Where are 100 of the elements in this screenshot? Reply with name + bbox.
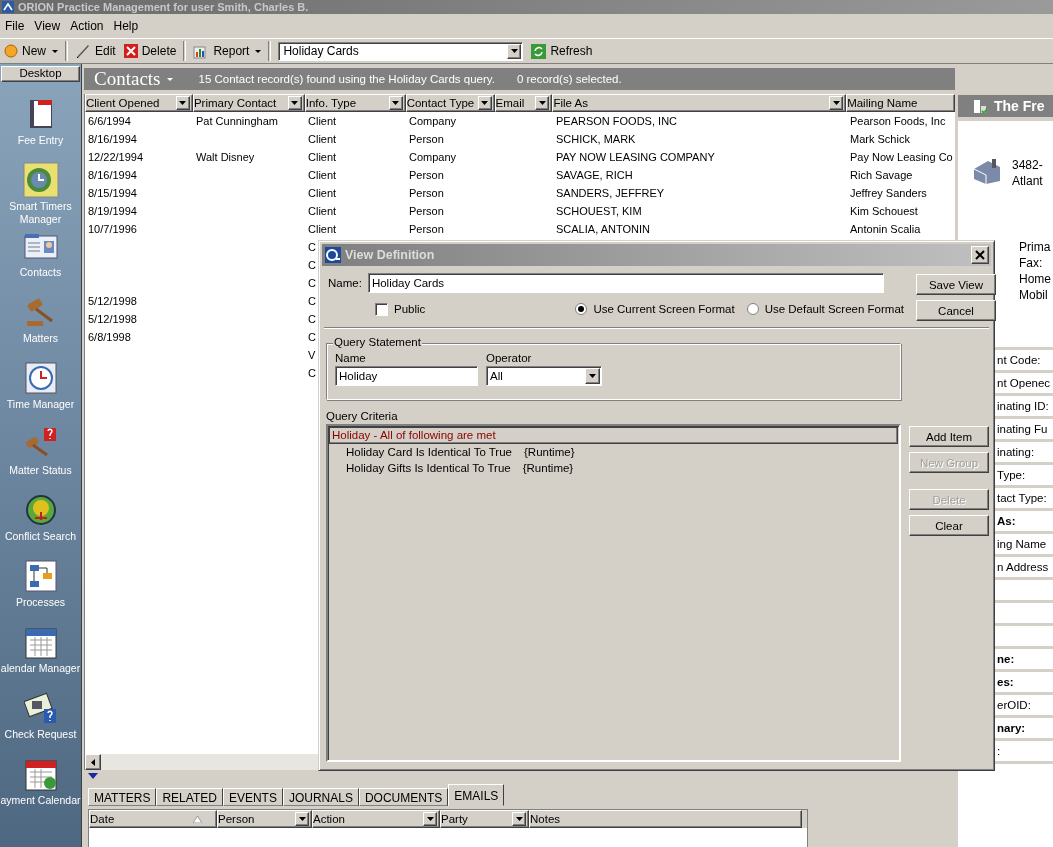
sidebar-item[interactable]: Conflict Search	[4, 530, 77, 543]
contacts-title[interactable]: Contacts	[94, 68, 173, 90]
table-cell: Client	[308, 151, 337, 163]
table-cell: V	[308, 349, 316, 361]
criteria-value: {Runtime}	[524, 445, 575, 460]
address-line: 3482-	[1012, 157, 1043, 173]
table-cell: 8/15/1994	[88, 187, 137, 199]
field-label: n Address	[997, 561, 1049, 573]
field-label: Operator	[486, 352, 533, 364]
column-header[interactable]: Notes	[529, 810, 802, 828]
table-cell: 8/16/1994	[88, 133, 137, 145]
column-header[interactable]: Info. Type	[304, 94, 406, 112]
toolbar-button[interactable]: Edit	[72, 41, 119, 61]
desktop-button[interactable]: Desktop	[1, 66, 80, 82]
tab[interactable]: DOCUMENTS	[358, 788, 449, 806]
field-label: ing Name	[997, 538, 1047, 550]
sidebar-item[interactable]: Check Request	[4, 728, 77, 741]
column-header[interactable]: Person	[217, 810, 312, 828]
criteria-item[interactable]: Holiday Card Is Identical To True	[346, 444, 512, 460]
dialog-button[interactable]: Save View	[916, 274, 996, 295]
criteria-group[interactable]: Holiday - All of following are met	[329, 427, 898, 444]
table-cell: PEARSON FOODS, INC	[556, 115, 678, 127]
selection-count: 0 record(s) selected.	[516, 73, 622, 85]
column-header[interactable]: Mailing Name	[846, 94, 955, 112]
menu-item[interactable]: View	[30, 17, 67, 35]
operator-dropdown[interactable]: All	[486, 366, 602, 386]
column-header[interactable]: Party	[440, 810, 529, 828]
table-cell: C	[308, 367, 316, 379]
tab[interactable]: EVENTS	[222, 788, 283, 806]
view-dropdown[interactable]: Holiday Cards	[278, 41, 524, 61]
field-label: inating Fu	[997, 423, 1048, 435]
table-cell: Person	[409, 133, 444, 145]
column-header[interactable]: Email	[494, 94, 553, 112]
table-cell: Client	[308, 169, 337, 181]
tab[interactable]: EMAILS	[448, 784, 505, 806]
sidebar-item[interactable]: Time Manager	[6, 398, 75, 411]
address-line: Atlant	[1012, 173, 1043, 189]
toolbar-button[interactable]: Refresh	[528, 41, 596, 61]
field-label: nt Code:	[997, 354, 1041, 366]
table-cell: 5/12/1998	[88, 295, 137, 307]
record-count: 15 Contact record(s) found using the Holiday Cards query.	[198, 73, 495, 85]
table-cell: Walt Disney	[196, 151, 255, 163]
field-label: tact Type:	[997, 492, 1047, 504]
field-label: inating ID:	[997, 400, 1049, 412]
checkbox-label: Public	[394, 303, 426, 315]
sidebar-item[interactable]: ayment Calendar	[0, 794, 81, 807]
sidebar-item[interactable]: Processes	[16, 596, 65, 609]
criteria-value: {Runtime}	[522, 461, 574, 476]
field-label: As:	[997, 515, 1016, 527]
phone-label: Prima	[1019, 239, 1051, 255]
field-label: nt Openec	[997, 377, 1051, 389]
table-cell: SCHOUEST, KIM	[556, 205, 642, 217]
sidebar-item[interactable]: alendar Manager	[0, 662, 81, 675]
tab[interactable]: MATTERS	[88, 788, 157, 806]
table-cell: SAVAGE, RICH	[556, 169, 633, 181]
table-cell: Pat Cunningham	[196, 115, 278, 127]
table-cell: 6/8/1998	[88, 331, 131, 343]
tab[interactable]: JOURNALS	[282, 788, 359, 806]
column-header[interactable]: Client Opened	[85, 94, 193, 112]
column-header[interactable]: Primary Contact	[192, 94, 305, 112]
dialog-button[interactable]: Cancel	[916, 300, 996, 321]
statement-name-field[interactable]: Holiday	[335, 366, 478, 386]
table-cell: Client	[308, 133, 337, 145]
table-cell: Company	[409, 115, 457, 127]
table-cell: Mark Schick	[850, 133, 910, 145]
table-cell: PAY NOW LEASING COMPANY	[556, 151, 715, 163]
toolbar-button[interactable]: Delete	[120, 42, 180, 60]
table-cell: Kim Schouest	[850, 205, 918, 217]
table-cell: Client	[308, 115, 337, 127]
radio-label: Use Default Screen Format	[764, 303, 904, 315]
menu-item[interactable]: Help	[109, 17, 145, 35]
column-header[interactable]: Action	[312, 810, 440, 828]
criteria-item[interactable]: Holiday Gifts Is Identical To True	[346, 460, 511, 476]
column-header[interactable]: Date	[89, 810, 217, 828]
tab[interactable]: RELATED	[156, 788, 223, 806]
table-cell: Person	[409, 223, 444, 235]
table-cell: 12/22/1994	[88, 151, 144, 163]
phone-label: Home	[1019, 271, 1051, 287]
table-cell: 10/7/1996	[88, 223, 137, 235]
table-cell: Client	[308, 223, 337, 235]
detail-title: The Fre	[994, 98, 1045, 114]
table-cell: Jeffrey Sanders	[850, 187, 927, 199]
column-header[interactable]: File As	[552, 94, 847, 112]
field-label: Name	[335, 352, 367, 364]
field-label: Name:	[328, 277, 362, 289]
dialog-button[interactable]: Add Item	[909, 426, 989, 447]
field-label: :	[997, 745, 1001, 757]
phone-label: Mobil	[1019, 287, 1049, 303]
group-title: Query Statement	[333, 336, 422, 348]
sidebar-item[interactable]: Matter Status	[9, 464, 72, 477]
table-cell: Person	[409, 187, 444, 199]
toolbar-button[interactable]: New	[1, 42, 61, 60]
name-field[interactable]: Holiday Cards	[367, 273, 884, 293]
toolbar-button[interactable]: Report	[190, 41, 265, 61]
menu-item[interactable]: File	[1, 17, 31, 35]
table-cell: SCALIA, ANTONIN	[556, 223, 650, 235]
table-cell: Rich Savage	[850, 169, 913, 181]
dialog-button[interactable]: Clear	[909, 515, 989, 536]
menu-item[interactable]: Action	[66, 17, 110, 35]
column-header[interactable]: Contact Type	[405, 94, 495, 112]
